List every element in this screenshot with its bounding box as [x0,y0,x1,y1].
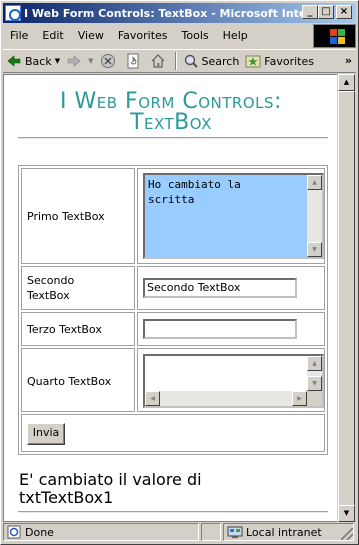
quarto-horizontal-scrollbar[interactable]: ◀ ▶ [145,391,307,406]
home-icon [150,53,166,69]
zone-pane: Local intranet [223,523,354,541]
forward-button[interactable]: ▼ [63,51,96,71]
forward-arrow-icon [66,53,82,69]
back-label: Back [25,54,52,68]
status-text: Done [25,525,54,539]
page-viewport: I Web Form Controls: TextBox Primo TextB… [3,74,337,522]
secondo-label-line2: TextBox [27,289,70,302]
quarto-vertical-scrollbar[interactable]: ▲ ▼ [307,356,322,391]
invia-button[interactable]: Invia [27,423,65,445]
stop-button[interactable] [97,51,122,71]
menu-file[interactable]: File [3,29,35,42]
favorites-star-icon [245,53,261,69]
quarto-textbox-label: Quarto TextBox [27,375,112,388]
toolbar-separator [174,52,177,70]
page-done-icon [6,524,22,540]
menu-favorites[interactable]: Favorites [111,29,175,42]
page-title: I Web Form Controls: TextBox [4,89,337,135]
primo-textbox-scrollbar[interactable]: ▲ ▼ [307,175,322,257]
result-message-line2: txtTextBox1 [19,488,114,507]
search-icon [183,53,199,69]
secondo-textbox[interactable]: Secondo TextBox [143,278,297,298]
windows-logo-icon [313,24,356,48]
secondo-label-line1: Secondo [27,274,75,287]
row4-label-cell: Quarto TextBox [21,348,135,412]
page-scroll-down-icon[interactable]: ▼ [338,505,355,522]
standard-toolbar: Back ▼ ▼ Search Favorites » [3,49,356,73]
page-scroll-up-icon[interactable]: ▲ [338,74,355,91]
scroll-up-icon[interactable]: ▲ [307,356,322,371]
scroll-left-icon[interactable]: ◀ [145,391,160,406]
row2-label-cell: Secondo TextBox [21,266,135,310]
back-button[interactable]: Back ▼ [3,51,63,71]
menu-edit[interactable]: Edit [35,29,70,42]
window-title: I Web Form Controls: TextBox - Microsoft… [24,6,306,20]
menu-tools[interactable]: Tools [175,29,216,42]
menu-help[interactable]: Help [216,29,255,42]
row1-label-cell: Primo TextBox [21,168,135,264]
local-intranet-icon [227,524,243,540]
row3-label-cell: Terzo TextBox [21,312,135,346]
page-vertical-scrollbar[interactable]: ▲ ▼ [338,74,355,522]
close-button[interactable]: × [336,5,352,19]
scroll-up-icon[interactable]: ▲ [307,175,322,190]
row1-input-cell: Ho cambiato la scritta ▲ ▼ [137,168,325,264]
status-text-pane: Done [3,523,199,541]
primo-textbox-value: Ho cambiato la scritta [148,178,241,206]
status-pane-empty [201,523,221,541]
back-arrow-icon [6,53,22,69]
result-message-line1: E' cambiato il valore di [19,470,202,489]
search-button[interactable]: Search [180,51,243,71]
page-title-line1: I Web Form Controls: [60,89,282,114]
toolbar-chevron-icon[interactable]: » [345,54,352,67]
terzo-textbox-label: Terzo TextBox [27,323,102,336]
forward-dropdown-icon[interactable]: ▼ [88,57,93,65]
scroll-right-icon[interactable]: ▶ [292,391,307,406]
title-divider [18,137,328,139]
menu-bar: File Edit View Favorites Tools Help [3,24,312,46]
row3-input-cell [137,312,325,346]
form-table: Primo TextBox Ho cambiato la scritta ▲ ▼… [18,165,328,455]
terzo-textbox[interactable] [143,319,297,339]
secondo-textbox-label: Secondo TextBox [27,273,74,303]
title-bar[interactable]: I Web Form Controls: TextBox - Microsoft… [3,3,356,23]
primo-textbox-label: Primo TextBox [27,210,105,223]
scrollbar-corner [307,391,322,406]
menu-view[interactable]: View [71,29,111,42]
minimize-button[interactable]: _ [302,5,318,19]
quarto-textbox[interactable]: ▲ ▼ ◀ ▶ [143,354,324,408]
stop-icon [100,53,116,69]
maximize-button[interactable]: □ [318,5,334,19]
favorites-label: Favorites [264,54,314,68]
bottom-divider [18,511,328,513]
page-title-line2: TextBox [130,110,212,135]
result-message: E' cambiato il valore di txtTextBox1 [19,471,202,507]
refresh-icon [125,53,141,69]
refresh-button[interactable] [122,51,147,71]
status-bar: Done Local intranet [3,523,356,543]
page-scroll-thumb[interactable] [338,91,355,509]
zone-text: Local intranet [246,525,322,539]
row4-input-cell: ▲ ▼ ◀ ▶ [137,348,325,412]
ie-app-icon[interactable] [5,5,21,21]
primo-textbox[interactable]: Ho cambiato la scritta ▲ ▼ [143,173,324,259]
row5-button-cell: Invia [21,414,325,452]
browser-window: I Web Form Controls: TextBox - Microsoft… [0,0,359,545]
resize-grip-icon[interactable] [341,528,353,540]
home-button[interactable] [147,51,172,71]
row2-input-cell: Secondo TextBox [137,266,325,310]
scroll-down-icon[interactable]: ▼ [307,242,322,257]
scroll-down-icon[interactable]: ▼ [307,376,322,391]
back-dropdown-icon[interactable]: ▼ [55,57,60,65]
favorites-button[interactable]: Favorites [242,51,317,71]
search-label: Search [201,54,240,68]
